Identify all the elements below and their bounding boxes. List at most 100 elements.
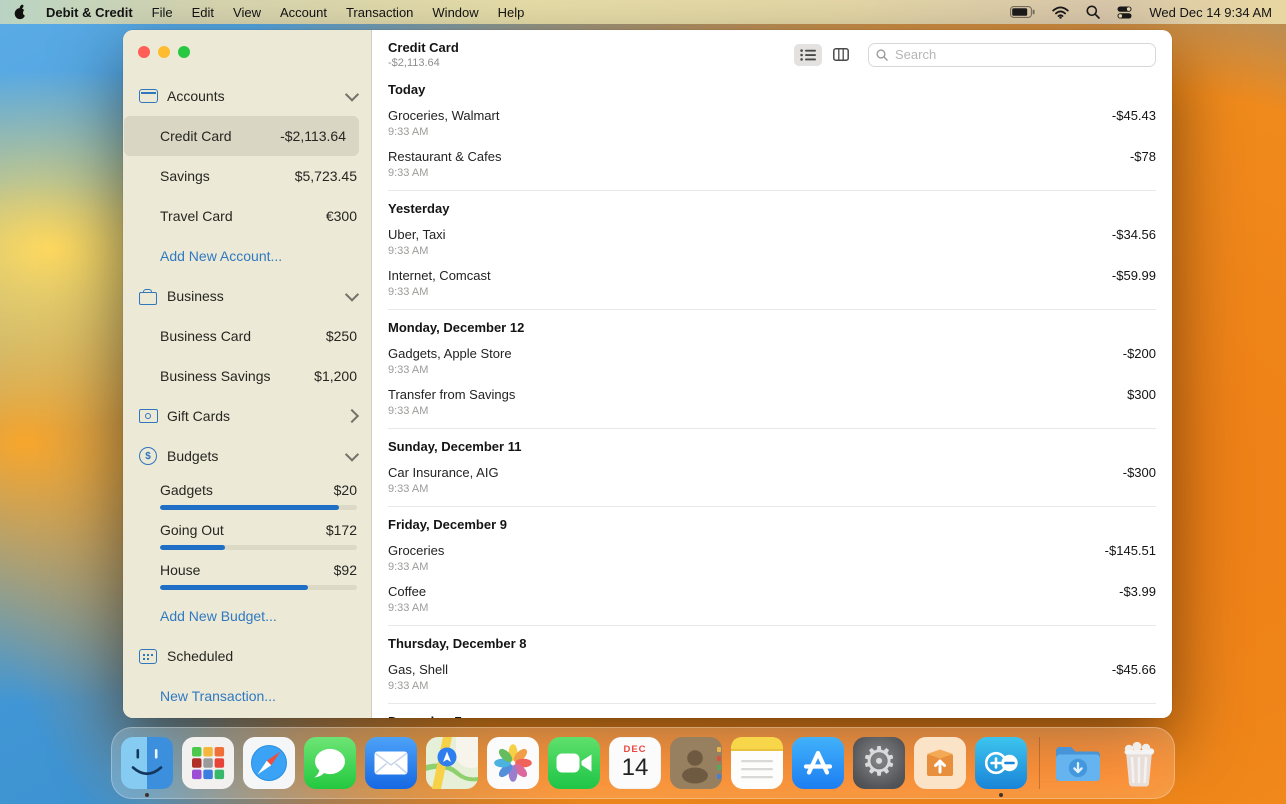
control-center-icon[interactable] bbox=[1117, 6, 1132, 19]
menu-item-account[interactable]: Account bbox=[280, 5, 327, 20]
add-new-account-link[interactable]: Add New Account... bbox=[123, 236, 371, 276]
calendar-day: 14 bbox=[622, 755, 649, 780]
content-header: Credit Card -$2,113.64 bbox=[372, 30, 1172, 75]
dock-contacts-icon[interactable] bbox=[670, 737, 722, 789]
dock-facetime-icon[interactable] bbox=[548, 737, 600, 789]
close-button[interactable] bbox=[138, 46, 150, 58]
dock-finder-icon[interactable] bbox=[121, 737, 173, 789]
running-indicator bbox=[145, 793, 149, 797]
battery-icon[interactable] bbox=[1010, 6, 1035, 18]
transaction-row[interactable]: Gas, Shell 9:33 AM -$45.66 bbox=[388, 662, 1156, 692]
dollar-circle-icon: $ bbox=[138, 447, 158, 465]
new-transaction-link[interactable]: New Transaction... bbox=[123, 676, 371, 716]
minimize-button[interactable] bbox=[158, 46, 170, 58]
briefcase-icon bbox=[138, 288, 158, 305]
transaction-row[interactable]: Uber, Taxi 9:33 AM -$34.56 bbox=[388, 227, 1156, 257]
sidebar-item-business-savings[interactable]: Business Savings $1,200 bbox=[123, 356, 371, 396]
transaction-row[interactable]: Transfer from Savings 9:33 AM $300 bbox=[388, 387, 1156, 417]
menu-item-file[interactable]: File bbox=[152, 5, 173, 20]
menu-bar-left: Debit & Credit File Edit View Account Tr… bbox=[14, 4, 524, 20]
transaction-time: 9:33 AM bbox=[388, 167, 501, 179]
transaction-list[interactable]: Today Groceries, Walmart 9:33 AM -$45.43… bbox=[372, 75, 1172, 718]
sidebar-item-business-card[interactable]: Business Card $250 bbox=[123, 316, 371, 356]
dock-app-store-icon[interactable] bbox=[792, 737, 844, 789]
menu-item-help[interactable]: Help bbox=[498, 5, 525, 20]
dock-notes-icon[interactable] bbox=[731, 737, 783, 789]
dock-launchpad-icon[interactable] bbox=[182, 737, 234, 789]
sidebar-item-budget-going-out[interactable]: Going Out $172 bbox=[123, 516, 371, 556]
window-controls bbox=[138, 46, 190, 58]
wifi-icon[interactable] bbox=[1052, 6, 1069, 19]
sidebar-item-credit-card[interactable]: Credit Card -$2,113.64 bbox=[124, 116, 359, 156]
chevron-down-icon[interactable] bbox=[345, 448, 359, 462]
menu-item-edit[interactable]: Edit bbox=[192, 5, 214, 20]
transaction-row[interactable]: Groceries, Walmart 9:33 AM -$45.43 bbox=[388, 108, 1156, 138]
transaction-row[interactable]: Car Insurance, AIG 9:33 AM -$300 bbox=[388, 465, 1156, 495]
transaction-time: 9:33 AM bbox=[388, 680, 448, 692]
transaction-row[interactable]: Restaurant & Cafes 9:33 AM -$78 bbox=[388, 149, 1156, 179]
budget-name: Gadgets bbox=[160, 482, 213, 498]
transaction-name: Gadgets, Apple Store bbox=[388, 346, 512, 361]
sidebar-section-business[interactable]: Business bbox=[123, 276, 371, 316]
budget-progress-fill bbox=[160, 585, 308, 590]
menu-app-name[interactable]: Debit & Credit bbox=[46, 5, 133, 20]
gear-glyph: ⚙ bbox=[861, 742, 897, 782]
dock-calendar-icon[interactable]: DEC 14 bbox=[609, 737, 661, 789]
chevron-down-icon[interactable] bbox=[345, 288, 359, 302]
add-new-budget-link[interactable]: Add New Budget... bbox=[123, 596, 371, 636]
transaction-time: 9:33 AM bbox=[388, 483, 499, 495]
budget-name: Going Out bbox=[160, 522, 224, 538]
columns-view-button[interactable] bbox=[827, 44, 855, 66]
dock-safari-icon[interactable] bbox=[243, 737, 295, 789]
credit-card-icon bbox=[138, 89, 158, 103]
search-input[interactable] bbox=[893, 46, 1148, 63]
transaction-amount: -$200 bbox=[1123, 346, 1156, 361]
sidebar-section-gift-cards[interactable]: Gift Cards bbox=[123, 396, 371, 436]
sidebar-item-savings[interactable]: Savings $5,723.45 bbox=[123, 156, 371, 196]
dock-maps-icon[interactable] bbox=[426, 737, 478, 789]
account-balance: $5,723.45 bbox=[295, 168, 357, 184]
menu-clock[interactable]: Wed Dec 14 9:34 AM bbox=[1149, 5, 1272, 20]
zoom-button[interactable] bbox=[178, 46, 190, 58]
sidebar-section-scheduled[interactable]: Scheduled bbox=[123, 636, 371, 676]
sidebar-section-budgets[interactable]: $ Budgets bbox=[123, 436, 371, 476]
search-field[interactable] bbox=[868, 43, 1156, 67]
transaction-name: Gas, Shell bbox=[388, 662, 448, 677]
sidebar-item-travel-card[interactable]: Travel Card €300 bbox=[123, 196, 371, 236]
sidebar-item-budget-house[interactable]: House $92 bbox=[123, 556, 371, 596]
transaction-info: Restaurant & Cafes 9:33 AM bbox=[388, 149, 501, 179]
transaction-row[interactable]: Gadgets, Apple Store 9:33 AM -$200 bbox=[388, 346, 1156, 376]
sidebar-section-accounts[interactable]: Accounts bbox=[123, 76, 371, 116]
transaction-name: Transfer from Savings bbox=[388, 387, 515, 402]
date-header: Monday, December 12 bbox=[388, 320, 1156, 335]
sidebar-item-budget-gadgets[interactable]: Gadgets $20 bbox=[123, 476, 371, 516]
dock-downloads-folder-icon[interactable] bbox=[1052, 737, 1104, 789]
dock-system-settings-icon[interactable]: ⚙ bbox=[853, 737, 905, 789]
section-label: Business bbox=[167, 288, 347, 304]
budget-progress-bar bbox=[160, 505, 357, 510]
dock-separator bbox=[1039, 737, 1040, 789]
dock-trash-icon[interactable] bbox=[1113, 737, 1165, 789]
menu-item-view[interactable]: View bbox=[233, 5, 261, 20]
date-header: Sunday, December 11 bbox=[388, 439, 1156, 454]
apple-menu-icon[interactable] bbox=[14, 4, 27, 20]
transaction-row[interactable]: Groceries 9:33 AM -$145.51 bbox=[388, 543, 1156, 573]
dock-debit-and-credit-icon[interactable] bbox=[975, 737, 1027, 789]
list-view-button[interactable] bbox=[794, 44, 822, 66]
chevron-right-icon[interactable] bbox=[345, 409, 359, 423]
running-indicator bbox=[999, 793, 1003, 797]
dock-package-icon[interactable] bbox=[914, 737, 966, 789]
section-label: Gift Cards bbox=[167, 408, 347, 424]
menu-item-transaction[interactable]: Transaction bbox=[346, 5, 413, 20]
spotlight-search-icon[interactable] bbox=[1086, 5, 1100, 19]
transaction-info: Transfer from Savings 9:33 AM bbox=[388, 387, 515, 417]
date-header: Today bbox=[388, 82, 1156, 97]
dock-photos-icon[interactable] bbox=[487, 737, 539, 789]
transaction-row[interactable]: Internet, Comcast 9:33 AM -$59.99 bbox=[388, 268, 1156, 298]
dock-messages-icon[interactable] bbox=[304, 737, 356, 789]
menu-item-window[interactable]: Window bbox=[432, 5, 478, 20]
budget-progress-fill bbox=[160, 545, 225, 550]
dock-mail-icon[interactable] bbox=[365, 737, 417, 789]
chevron-down-icon[interactable] bbox=[345, 88, 359, 102]
transaction-row[interactable]: Coffee 9:33 AM -$3.99 bbox=[388, 584, 1156, 614]
